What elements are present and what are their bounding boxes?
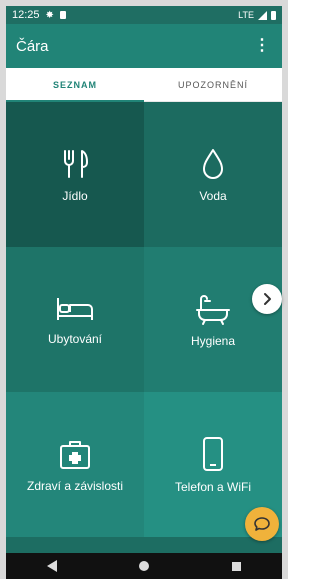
category-tile-hygiena[interactable]: Hygiena (144, 247, 282, 392)
network-type: LTE (238, 10, 254, 20)
recents-button[interactable] (216, 556, 256, 576)
next-page-button[interactable] (252, 284, 282, 314)
recents-square-icon (231, 561, 241, 571)
back-button[interactable] (32, 556, 72, 576)
fork-knife-icon (64, 149, 88, 178)
chat-button[interactable] (245, 507, 279, 541)
chat-bubble-icon (254, 517, 270, 531)
category-tile-jidlo[interactable]: Jídlo (6, 102, 144, 247)
tab-seznam[interactable]: SEZNAM (6, 68, 144, 102)
category-tile-ubytovani[interactable]: Ubytování (6, 247, 144, 392)
battery-icon (271, 10, 276, 20)
water-drop-icon (203, 148, 223, 179)
status-bar: 12:25 ✸ LTE (6, 6, 282, 24)
signal-icon (258, 10, 267, 20)
bathtub-icon (196, 294, 230, 325)
category-label: Telefon a WiFi (174, 479, 252, 494)
app-bar: Čára ⋮ (6, 24, 282, 68)
system-nav-bar (6, 553, 282, 579)
chevron-right-icon (264, 293, 271, 305)
category-label: Ubytování (47, 331, 103, 346)
tab-upozorneni[interactable]: UPOZORNĚNÍ (144, 68, 282, 101)
home-circle-icon (139, 561, 149, 571)
category-label: Hygiena (190, 333, 236, 348)
back-triangle-icon (47, 560, 57, 572)
sim-card-icon (59, 11, 66, 19)
smartphone-icon (203, 436, 223, 471)
category-label: Zdraví a závislosti (26, 478, 124, 493)
first-aid-kit-icon (60, 440, 90, 469)
category-grid: Jídlo Voda Ubytování Hygiena Zdraví a zá… (6, 102, 282, 553)
settings-gear-icon: ✸ (45, 9, 54, 21)
bed-icon (57, 297, 93, 320)
more-vert-icon[interactable]: ⋮ (254, 38, 270, 54)
phone-screen: 12:25 ✸ LTE Čára ⋮ SEZNAM UPOZORNĚNÍ Jíd… (0, 0, 288, 579)
category-label: Voda (199, 188, 227, 203)
app-title: Čára (16, 37, 49, 55)
category-tile-zdravi[interactable]: Zdraví a závislosti (6, 392, 144, 537)
category-label: Jídlo (62, 188, 88, 203)
category-tile-voda[interactable]: Voda (144, 102, 282, 247)
status-time: 12:25 (12, 9, 40, 21)
tab-bar: SEZNAM UPOZORNĚNÍ (6, 68, 282, 102)
home-button[interactable] (124, 556, 164, 576)
